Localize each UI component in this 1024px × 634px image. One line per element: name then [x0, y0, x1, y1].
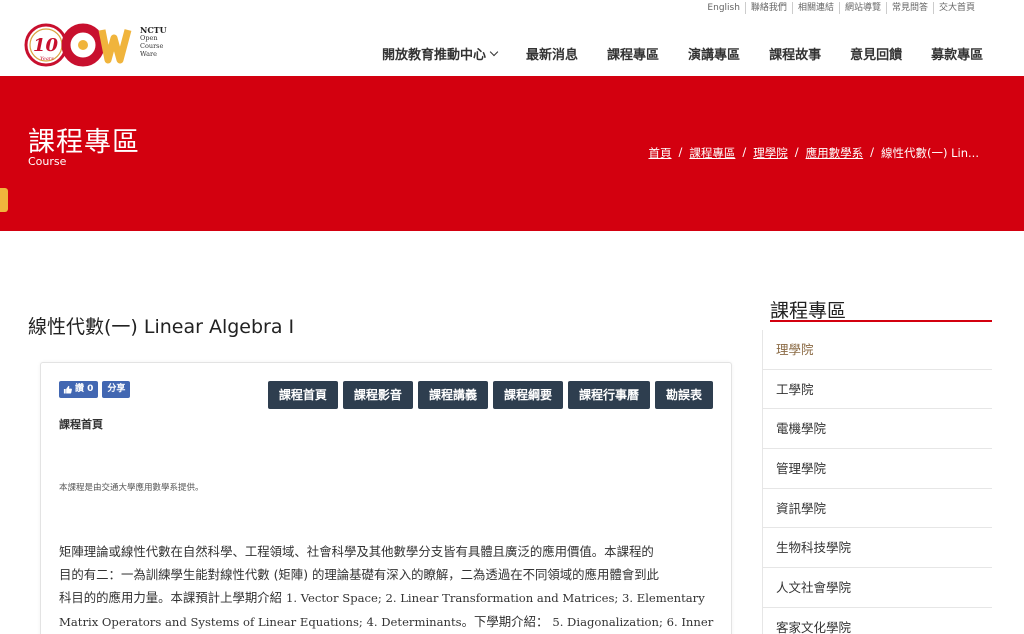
course-video-button[interactable]: 課程影音	[342, 381, 413, 409]
logo-wordmark: NCTU Open Course Ware	[140, 25, 167, 58]
breadcrumb-college-science[interactable]: 理學院	[753, 145, 788, 161]
nav-item-open-education-center[interactable]: 開放教育推動中心	[382, 44, 499, 63]
chevron-down-icon	[489, 47, 499, 56]
sidebar-item-humanities[interactable]: 人文社會學院	[762, 568, 992, 608]
sidebar-title: 課程專區	[770, 300, 847, 322]
sidebar-college-list: 理學院 工學院 電機學院 管理學院 資訊學院 生物科技學院 人文社會學院 客家文…	[762, 330, 992, 634]
nav-item-news[interactable]: 最新消息	[526, 44, 578, 63]
breadcrumb: 首頁 / 課程專區 / 理學院 / 應用數學系 / 線性代數(一) Lin...	[648, 145, 980, 161]
description-line: 矩陣理論或線性代數在自然科學、工程領域、社會科學及其他數學分支皆有具體且廣泛的應…	[59, 544, 654, 559]
sidebar-item-hakka[interactable]: 客家文化學院	[762, 607, 992, 634]
sidebar-item-computer-science[interactable]: 資訊學院	[762, 488, 992, 529]
page-title: 線性代數(一) Linear Algebra I	[28, 316, 295, 338]
utility-link-faq[interactable]: 常見問答	[885, 2, 933, 14]
sidebar-item-management[interactable]: 管理學院	[762, 449, 992, 489]
sidebar-divider	[770, 320, 992, 322]
nav-item-courses[interactable]: 課程專區	[607, 44, 659, 63]
utility-link-nctu-home[interactable]: 交大首頁	[932, 2, 980, 14]
breadcrumb-courses[interactable]: 課程專區	[689, 145, 735, 161]
banner-title: 課程專區	[28, 127, 140, 158]
facebook-like-button[interactable]: 讚 0	[59, 381, 99, 398]
breadcrumb-current: 線性代數(一) Lin...	[881, 146, 979, 160]
nav-item-donation[interactable]: 募款專區	[931, 44, 983, 63]
course-errata-button[interactable]: 勘誤表	[654, 381, 713, 409]
sidebar-item-biotech[interactable]: 生物科技學院	[762, 528, 992, 569]
side-feedback-tab[interactable]	[0, 188, 8, 212]
nav-item-feedback[interactable]: 意見回饋	[850, 44, 902, 63]
description-line: 目的有二：一為訓練學生能對線性代數 (矩陣) 的理論基礎有深入的瞭解，二為透過在…	[59, 567, 659, 582]
ocw-logo[interactable]: 10 Years NCTU Open Course Ware	[24, 20, 167, 70]
course-content-card: 讚 0 分享 課程首頁 課程影音 課程講義 課程綱要 課程行事曆 勘誤表 課程首…	[40, 362, 732, 634]
facebook-share-button[interactable]: 分享	[102, 381, 131, 398]
course-description: 矩陣理論或線性代數在自然科學、工程領域、社會科學及其他數學分支皆有具體且廣泛的應…	[59, 540, 715, 634]
ocw-logo-mark: 10 Years	[24, 23, 132, 67]
banner-subtitle: Course	[28, 155, 67, 168]
facebook-widgets: 讚 0 分享	[59, 381, 131, 398]
description-line: Matrix Operators and Systems of Linear E…	[59, 614, 714, 629]
main-nav: 開放教育推動中心 最新消息 課程專區 演講專區 課程故事 意見回饋 募款專區	[382, 44, 983, 63]
site-header: English 聯絡我們 相關連結 網站導覽 常見問答 交大首頁 10 Year…	[0, 0, 1024, 76]
utility-link-sitemap[interactable]: 網站導覽	[838, 2, 886, 14]
course-syllabus-button[interactable]: 課程綱要	[492, 381, 563, 409]
nav-item-course-stories[interactable]: 課程故事	[769, 44, 821, 63]
breadcrumb-applied-math[interactable]: 應用數學系	[806, 145, 864, 161]
nav-item-lectures[interactable]: 演講專區	[688, 44, 740, 63]
course-home-button[interactable]: 課程首頁	[267, 381, 338, 409]
utility-link-english[interactable]: English	[702, 2, 745, 14]
course-notes-button[interactable]: 課程講義	[417, 381, 488, 409]
svg-text:Years: Years	[40, 56, 54, 62]
sidebar-item-engineering[interactable]: 工學院	[762, 369, 992, 410]
thumbs-up-icon	[63, 385, 72, 394]
svg-text:10: 10	[33, 35, 59, 56]
sidebar-item-electrical[interactable]: 電機學院	[762, 409, 992, 450]
hero-banner: 課程專區 Course 首頁 / 課程專區 / 理學院 / 應用數學系 / 線性…	[0, 76, 1024, 231]
sidebar-item-science[interactable]: 理學院	[762, 330, 992, 370]
utility-link-related[interactable]: 相關連結	[791, 2, 839, 14]
breadcrumb-home[interactable]: 首頁	[649, 145, 672, 161]
provider-note: 本課程是由交通大學應用數學系提供。	[59, 483, 204, 493]
utility-link-contact[interactable]: 聯絡我們	[744, 2, 792, 14]
description-line: 科目的的應用力量。本課預計上學期介紹 1. Vector Space; 2. L…	[59, 590, 705, 605]
course-tab-buttons: 課程首頁 課程影音 課程講義 課程綱要 課程行事曆 勘誤表	[263, 381, 713, 409]
course-calendar-button[interactable]: 課程行事曆	[567, 381, 650, 409]
utility-links: English 聯絡我們 相關連結 網站導覽 常見問答 交大首頁	[702, 2, 980, 14]
section-heading: 課程首頁	[59, 418, 103, 431]
